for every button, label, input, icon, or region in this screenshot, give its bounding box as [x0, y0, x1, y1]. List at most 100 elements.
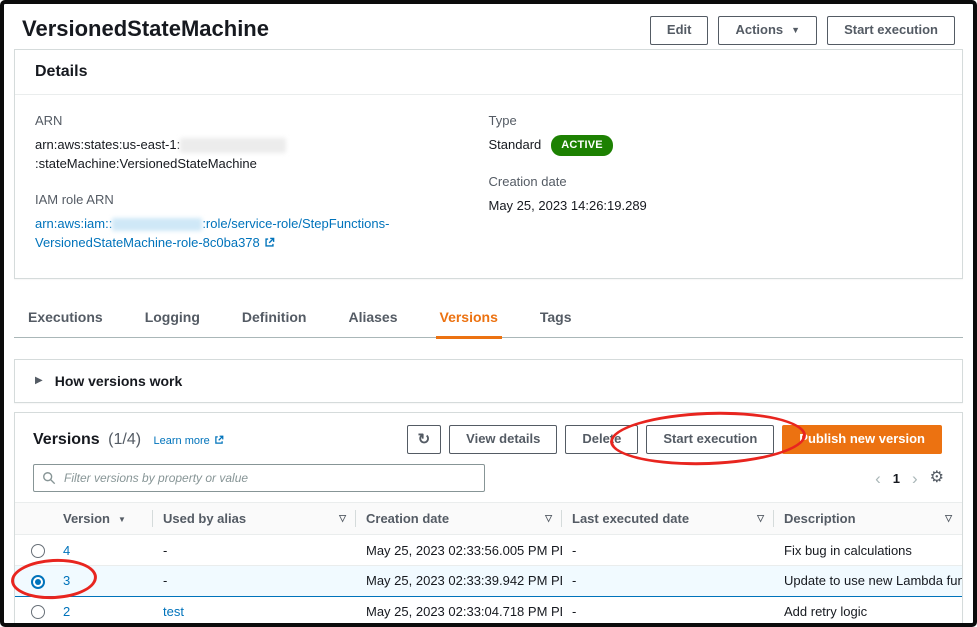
header-actions: Edit Actions ▼ Start execution	[649, 16, 955, 45]
how-versions-label: How versions work	[54, 372, 183, 389]
versions-table: Version ▼ Used by alias ▽ Creation date ▽ L…	[10, 502, 962, 623]
tab-executions[interactable]: Executions	[24, 299, 107, 337]
alias-cell: -	[153, 534, 356, 566]
alias-cell: -	[153, 564, 356, 597]
redacted-account-id	[180, 137, 287, 153]
learn-more-link[interactable]: Learn more	[154, 435, 224, 447]
page-header: VersionedStateMachine Edit Actions ▼ Sta…	[4, 4, 973, 49]
pagination: ‹ 1 › ⚙	[875, 470, 944, 487]
page-title: VersionedStateMachine	[22, 16, 269, 41]
filter-versions-input[interactable]	[33, 464, 485, 493]
tab-logging[interactable]: Logging	[141, 299, 204, 337]
table-header-row: Version ▼ Used by alias ▽ Creation date ▽ L…	[15, 502, 962, 536]
tab-aliases[interactable]: Aliases	[344, 299, 401, 337]
table-row[interactable]: 4 - May 25, 2023 02:33:56.005 PM PDT - F…	[15, 534, 962, 566]
sort-toggle-icon[interactable]: ▽	[757, 513, 764, 524]
start-execution-header-button[interactable]: Start execution	[827, 16, 955, 45]
arn-suffix: :stateMachine:VersionedStateMachine	[35, 156, 257, 172]
creation-date-cell: May 25, 2023 02:33:56.005 PM PDT	[356, 534, 562, 566]
type-value: Standard ACTIVE	[488, 134, 943, 157]
details-card-header: Details	[15, 50, 962, 95]
iam-role-line2: VersionedStateMachine-role-8c0ba378	[35, 235, 260, 251]
row-radio[interactable]	[31, 574, 45, 589]
details-right-column: Type Standard ACTIVE Creation date May 25…	[489, 113, 943, 272]
how-versions-expander[interactable]: ▶ How versions work	[14, 358, 963, 403]
edit-button[interactable]: Edit	[649, 16, 709, 45]
version-link[interactable]: 4	[63, 543, 70, 558]
creation-date-cell: May 25, 2023 02:33:04.718 PM PDT	[356, 596, 562, 623]
actions-button-label: Actions	[735, 22, 784, 37]
chevron-right-icon[interactable]: ›	[912, 470, 918, 487]
details-left-column: ARN arn:aws:states:us-east-1::stateMachi…	[35, 113, 489, 272]
chevron-down-icon: ▼	[791, 24, 801, 35]
arn-label: ARN	[35, 112, 63, 128]
column-header-last-executed-date[interactable]: Last executed date ▽	[562, 502, 774, 536]
details-content: ARN arn:aws:states:us-east-1::stateMachi…	[15, 95, 962, 278]
versions-count: (1/4)	[108, 430, 142, 448]
description-cell: Add retry logic	[774, 596, 962, 623]
column-header-version[interactable]: Version ▼	[53, 502, 153, 536]
creation-date-value: May 25, 2023 14:26:19.289	[488, 198, 647, 214]
creation-date-cell: May 25, 2023 02:33:39.942 PM PDT	[356, 564, 562, 597]
sort-toggle-icon[interactable]: ▽	[545, 513, 552, 524]
creation-date-label: Creation date	[488, 174, 567, 190]
last-executed-cell: -	[562, 596, 774, 623]
arn-field: ARN arn:aws:states:us-east-1::stateMachi…	[35, 113, 489, 174]
creation-date-field: Creation date May 25, 2023 14:26:19.289	[489, 174, 943, 216]
start-execution-version-button[interactable]: Start execution	[646, 425, 775, 455]
radio-column-header	[15, 502, 53, 536]
iam-role-link[interactable]: arn:aws:iam:::role/service-role/StepFunc…	[35, 216, 389, 251]
iam-role-suffix: :role/service-role/StepFunctions-	[202, 215, 390, 231]
description-cell: Update to use new Lambda function.	[774, 564, 962, 597]
view-details-button[interactable]: View details	[449, 425, 558, 455]
versions-toolbar: ‹ 1 › ⚙	[15, 460, 962, 502]
sort-toggle-icon[interactable]: ▽	[945, 513, 952, 524]
column-header-creation-date[interactable]: Creation date ▽	[356, 502, 562, 536]
learn-more-text: Learn more	[153, 434, 210, 447]
column-label: Last executed date	[572, 511, 690, 527]
details-title: Details	[35, 62, 88, 80]
column-header-description[interactable]: Description ▽	[774, 502, 962, 536]
actions-button[interactable]: Actions ▼	[718, 16, 818, 45]
tab-tags[interactable]: Tags	[536, 299, 576, 337]
delete-button[interactable]: Delete	[565, 425, 639, 455]
versions-card: Versions (1/4) Learn more ↻ View details…	[10, 408, 963, 623]
versions-header: Versions (1/4) Learn more ↻ View details…	[15, 408, 962, 469]
table-row[interactable]: 2 test May 25, 2023 02:33:04.718 PM PDT …	[15, 596, 962, 623]
external-link-icon	[214, 435, 224, 448]
column-label: Used by alias	[163, 511, 247, 527]
versions-title-wrap: Versions (1/4) Learn more	[33, 431, 224, 449]
iam-role-prefix: arn:aws:iam::	[35, 215, 113, 231]
row-radio[interactable]	[31, 605, 45, 620]
version-link[interactable]: 3	[63, 573, 70, 588]
arn-prefix: arn:aws:states:us-east-1:	[35, 136, 181, 152]
gear-icon[interactable]: ⚙	[930, 470, 944, 486]
external-link-icon	[264, 234, 275, 254]
type-text: Standard	[488, 136, 542, 152]
iam-role-label: IAM role ARN	[35, 191, 114, 207]
column-header-used-by-alias[interactable]: Used by alias ▽	[153, 502, 356, 536]
tab-versions[interactable]: Versions	[435, 299, 502, 339]
triangle-right-icon: ▶	[35, 375, 43, 387]
tab-definition[interactable]: Definition	[238, 299, 311, 337]
sort-down-icon[interactable]: ▼	[118, 515, 126, 524]
refresh-button[interactable]: ↻	[406, 424, 442, 455]
chevron-left-icon[interactable]: ‹	[875, 470, 881, 487]
table-row[interactable]: 3 - May 25, 2023 02:33:39.942 PM PDT - U…	[10, 556, 962, 602]
publish-new-version-button[interactable]: Publish new version	[782, 425, 942, 455]
description-cell: Fix bug in calculations	[774, 534, 962, 566]
sort-toggle-icon[interactable]: ▽	[339, 513, 346, 524]
alias-link[interactable]: test	[163, 604, 184, 619]
iam-role-value: arn:aws:iam:::role/service-role/StepFunc…	[35, 214, 489, 254]
versions-actions: ↻ View details Delete Start execution Pu…	[406, 408, 942, 469]
row-radio[interactable]	[31, 543, 45, 558]
refresh-icon: ↻	[417, 430, 431, 448]
version-link[interactable]: 2	[63, 604, 70, 619]
redacted-account-id	[112, 217, 203, 231]
type-field: Type Standard ACTIVE	[489, 113, 943, 157]
app-window: VersionedStateMachine Edit Actions ▼ Sta…	[0, 0, 977, 627]
tab-bar: Executions Logging Definition Aliases Ve…	[14, 299, 963, 339]
iam-role-field: IAM role ARN arn:aws:iam:::role/service-…	[35, 192, 489, 254]
page-number[interactable]: 1	[893, 471, 900, 486]
arn-value: arn:aws:states:us-east-1::stateMachine:V…	[35, 135, 489, 174]
